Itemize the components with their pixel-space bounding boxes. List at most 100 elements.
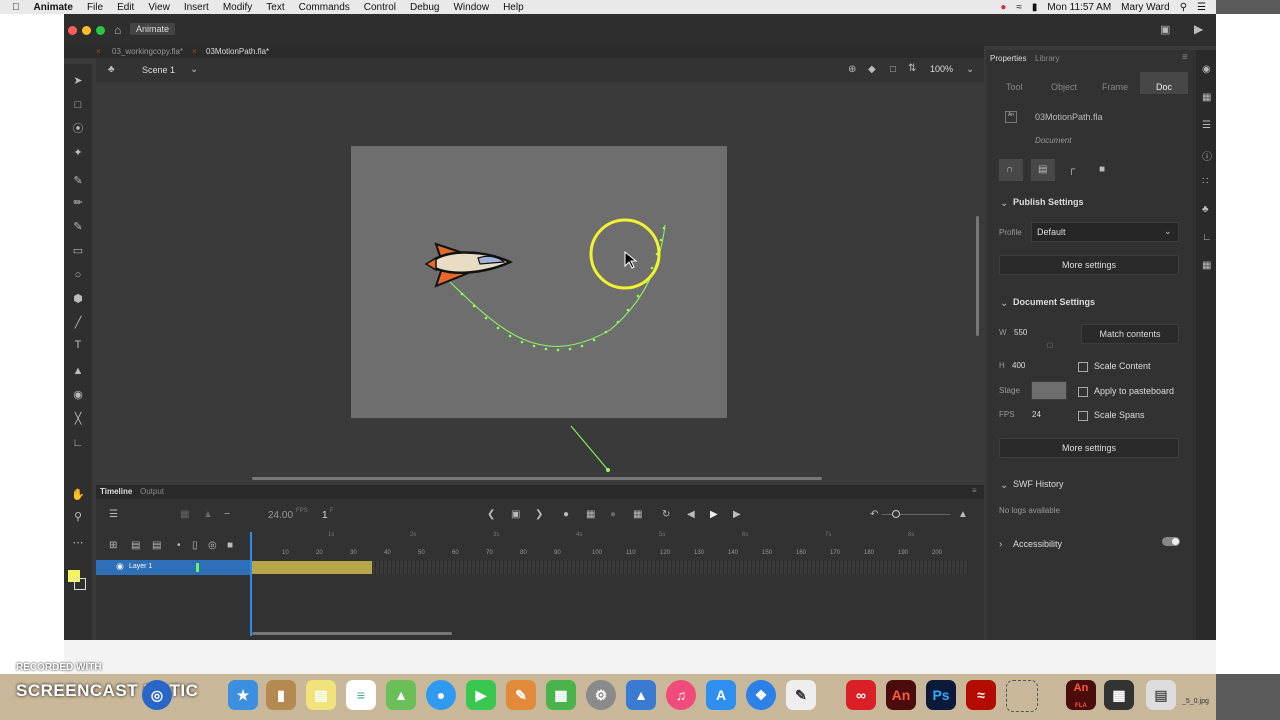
timeline-scrollbar[interactable] [252,632,452,635]
tab-object[interactable]: Object [1051,82,1077,92]
outline-icon[interactable]: ▯ [192,540,198,551]
match-contents-button[interactable]: Match contents [1081,324,1179,344]
safari-icon[interactable]: ❖ [746,680,776,710]
width-value[interactable]: 550 [1014,328,1027,337]
onion-skin-toggle-icon[interactable]: ● [563,509,569,520]
file-caption[interactable]: _5_0.jpg [1182,698,1209,705]
chevron-down-icon[interactable]: ⌄ [1000,198,1008,209]
delete-layer-icon[interactable]: ▤ [152,540,161,551]
app-store-dock-icon[interactable]: ★ [228,680,258,710]
motion-tween-span[interactable] [252,561,372,574]
tab-timeline[interactable]: Timeline [100,487,132,496]
snap-icon[interactable]: ∩ [1006,164,1013,175]
app-store-icon[interactable]: A [706,680,736,710]
height-value[interactable]: 400 [1012,361,1025,370]
tab-output[interactable]: Output [140,487,164,496]
info-icon[interactable]: ⓘ [1202,148,1212,163]
textedit-icon[interactable]: ✎ [786,680,816,710]
more-settings-button-2[interactable]: More settings [999,438,1179,458]
color-panel-icon[interactable]: ◉ [1202,64,1211,75]
step-back-icon[interactable]: ◀ [687,509,695,520]
guides-icon[interactable]: ┌ [1068,164,1075,175]
numbers-icon[interactable]: ▦ [546,680,576,710]
play-icon[interactable]: ▶ [710,509,718,520]
visibility-icon[interactable]: ◎ [208,540,217,551]
layers-icon[interactable]: ☰ [109,509,118,520]
maps-icon[interactable]: ▲ [386,680,416,710]
scale-content-checkbox[interactable] [1078,362,1088,372]
panel-menu-icon[interactable]: ≡ [1182,52,1188,63]
fla-file-icon[interactable]: An FLA [1066,680,1096,710]
fit-timeline-icon[interactable]: ↶ [870,509,878,520]
align-panel-icon[interactable]: ☰ [1202,120,1211,131]
photoshop-dock-icon[interactable]: Ps [926,680,956,710]
apply-pasteboard-checkbox[interactable] [1078,387,1088,397]
profile-select[interactable]: Default ⌄ [1031,222,1179,242]
step-forward-icon[interactable]: ▶ [733,509,741,520]
frame-ruler[interactable]: 1s 2s 3s 4s 5s 6s 7s 8s 10 20 30 40 50 6… [250,532,970,558]
highlight-layer-icon[interactable]: • [177,540,181,551]
tab-library[interactable]: Library [1035,54,1059,63]
acrobat-dock-icon[interactable]: ≈ [966,680,996,710]
fps-readout[interactable]: 24.00 [268,510,293,521]
system-prefs-icon[interactable]: ⚙ [586,680,616,710]
panel-menu-icon[interactable]: ≡ [972,486,977,495]
notes-app-icon[interactable]: ▮ [266,680,296,710]
new-layer-icon[interactable]: ⊞ [109,540,117,551]
link-dimensions-icon[interactable]: ☐ [1047,342,1053,350]
animate-dock-icon[interactable]: An [886,680,916,710]
creative-cloud-icon[interactable]: ∞ [846,680,876,710]
keynote-icon[interactable]: ▲ [626,680,656,710]
new-folder-icon[interactable]: ▤ [131,540,140,551]
loop-icon[interactable]: ↻ [662,509,670,520]
motion-presets-icon[interactable]: ∟ [1202,232,1212,243]
swf-history-heading[interactable]: SWF History [1013,479,1064,489]
onion-skin-icon[interactable]: ▦ [180,509,189,520]
scale-spans-checkbox[interactable] [1078,411,1088,421]
playhead[interactable] [250,532,252,636]
layer-color-tag[interactable] [196,563,199,572]
swatches-icon[interactable]: ▦ [1202,92,1211,103]
layer-name[interactable]: Layer 1 [129,563,152,570]
edit-multiple-icon[interactable]: ▲ [203,509,213,520]
more-settings-button[interactable]: More settings [999,255,1179,275]
trash-icon[interactable]: ▤ [1146,680,1176,710]
chevron-down-icon[interactable]: ⌄ [1000,480,1008,491]
lock-icon[interactable]: ■ [227,540,233,551]
timeline-zoom-icon[interactable]: ▲ [958,509,968,520]
graph-icon[interactable]: − [224,509,230,520]
messages-icon[interactable]: ● [426,680,456,710]
frame-picker-icon[interactable]: ▦ [1202,260,1211,271]
next-keyframe-icon[interactable]: ❯ [535,509,543,520]
empty-frames[interactable] [372,561,968,574]
screenshot-icon[interactable] [1006,680,1038,712]
chevron-right-icon[interactable]: › [999,539,1002,550]
tab-properties[interactable]: Properties [990,54,1026,63]
components-icon[interactable]: ∷ [1202,176,1208,187]
timeline-zoom-knob[interactable] [892,510,900,518]
publish-settings-heading[interactable]: Publish Settings [1013,197,1084,207]
facetime-icon[interactable]: ▶ [466,680,496,710]
reminders-icon[interactable]: ≡ [346,680,376,710]
accessibility-toggle[interactable] [1162,537,1180,546]
fps-value[interactable]: 24 [1032,410,1041,419]
tab-doc[interactable]: Doc [1156,82,1172,92]
prev-keyframe-icon[interactable]: ❮ [487,509,495,520]
center-frame-icon[interactable]: ▦ [586,509,595,520]
tab-tool[interactable]: Tool [1006,82,1023,92]
insert-keyframe-icon[interactable]: ▣ [511,509,520,520]
align-icon[interactable]: ▤ [1038,164,1047,175]
downloads-icon[interactable]: ▦ [1104,680,1134,710]
frame-readout[interactable]: 1 [322,510,328,521]
layer-row[interactable]: ◉ Layer 1 [96,560,250,575]
pages-icon[interactable]: ✎ [506,680,536,710]
stage-color-swatch[interactable] [1031,381,1067,400]
assets-icon[interactable]: ♣ [1202,204,1209,215]
tab-frame[interactable]: Frame [1102,82,1128,92]
accessibility-heading[interactable]: Accessibility [1013,539,1062,549]
launchpad-icon[interactable]: ◎ [142,680,172,710]
stickies-icon[interactable]: ▤ [306,680,336,710]
lock-guides-icon[interactable]: ■ [1099,164,1105,175]
document-settings-heading[interactable]: Document Settings [1013,297,1095,307]
camera-icon[interactable]: ▦ [633,509,642,520]
